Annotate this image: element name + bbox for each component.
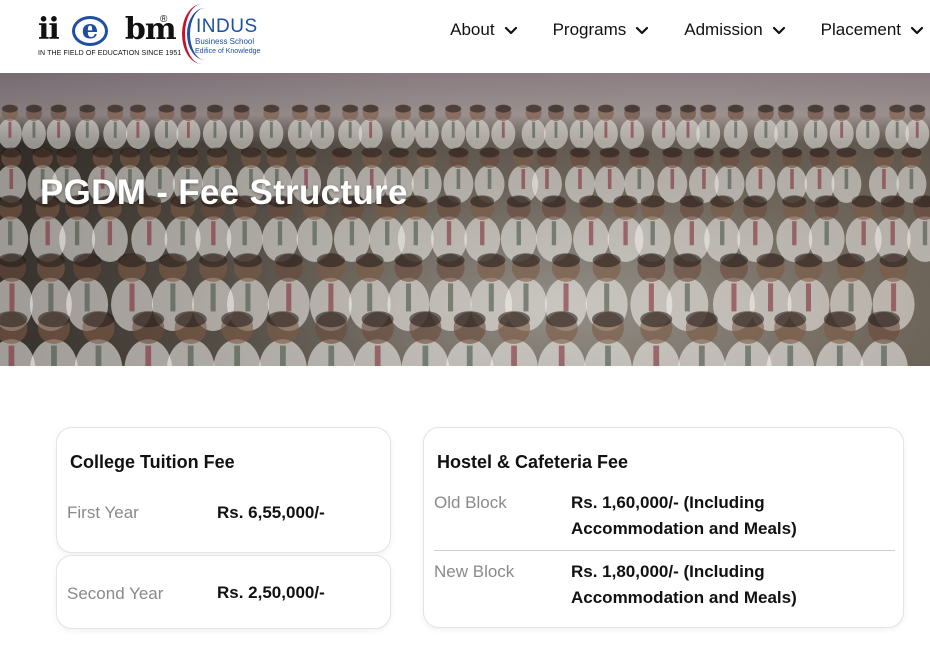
nav-item-label: Placement xyxy=(820,20,901,39)
chevron-down-icon xyxy=(772,26,785,35)
hero-banner: PGDM - Fee Structure xyxy=(0,73,930,366)
fee-row-value: Rs. 1,60,000/- (Including Accommodation … xyxy=(571,490,797,542)
nav-item-admission[interactable]: Admission xyxy=(684,20,785,40)
nav-item-label: About xyxy=(450,20,495,39)
tuition-fee-title: College Tuition Fee xyxy=(70,452,235,472)
chevron-down-icon xyxy=(636,26,649,35)
tuition-fee-card: College Tuition Fee First Year Rs. 6,55,… xyxy=(56,427,391,553)
fee-row-value-line: Rs. 1,80,000/- (Including xyxy=(571,562,765,581)
fee-row-label: Old Block xyxy=(434,493,507,512)
fee-row-value-line: Rs. 1,60,000/- (Including xyxy=(571,493,765,512)
nav-item-label: Programs xyxy=(552,20,627,39)
group-photo xyxy=(0,104,930,366)
site-header: ii bm e ® IN THE FIELD OF EDUCATION SINC… xyxy=(0,0,930,73)
fee-row-value-line: Accommodation and Meals) xyxy=(571,588,797,607)
hostel-fee-card: Hostel & Cafeteria Fee Old Block Rs. 1,6… xyxy=(423,427,904,628)
fee-row-label: Second Year xyxy=(67,584,164,603)
fee-row-label: New Block xyxy=(434,562,515,581)
page-title: PGDM - Fee Structure xyxy=(40,173,408,212)
iiebm-logo[interactable]: ii bm e ® IN THE FIELD OF EDUCATION SINC… xyxy=(38,12,181,60)
indus-logo-motto: Edifice of Knowledge xyxy=(195,48,261,55)
tuition-fee-card-second: Second Year Rs. 2,50,000/- xyxy=(56,555,391,629)
fee-row-value: Rs. 6,55,000/- xyxy=(217,503,325,522)
fee-row-value: Rs. 2,50,000/- xyxy=(217,583,325,602)
indus-logo-name: INDUS xyxy=(196,16,258,37)
indus-logo-subtitle: Business School xyxy=(195,37,255,46)
nav-item-placement[interactable]: Placement xyxy=(821,20,924,40)
fee-row-value-line: Accommodation and Meals) xyxy=(571,519,797,538)
fee-row-value: Rs. 1,80,000/- (Including Accommodation … xyxy=(571,559,797,611)
iiebm-logo-tagline: IN THE FIELD OF EDUCATION SINCE 1951 xyxy=(38,50,182,57)
chevron-down-icon xyxy=(910,26,924,35)
chevron-down-icon xyxy=(504,26,517,35)
nav-item-label: Admission xyxy=(684,20,763,39)
nav-item-programs[interactable]: Programs xyxy=(553,20,650,40)
hostel-fee-title: Hostel & Cafeteria Fee xyxy=(437,452,629,472)
iiebm-logo-e-mark: e xyxy=(72,15,108,46)
indus-logo[interactable]: INDUS Business School Edifice of Knowled… xyxy=(182,0,262,66)
row-divider xyxy=(434,550,895,551)
nav-item-about[interactable]: About xyxy=(450,20,517,40)
registered-mark: ® xyxy=(160,14,168,25)
fee-row-label: First Year xyxy=(67,503,139,522)
main-nav: About Programs Admission Placement xyxy=(415,20,924,40)
